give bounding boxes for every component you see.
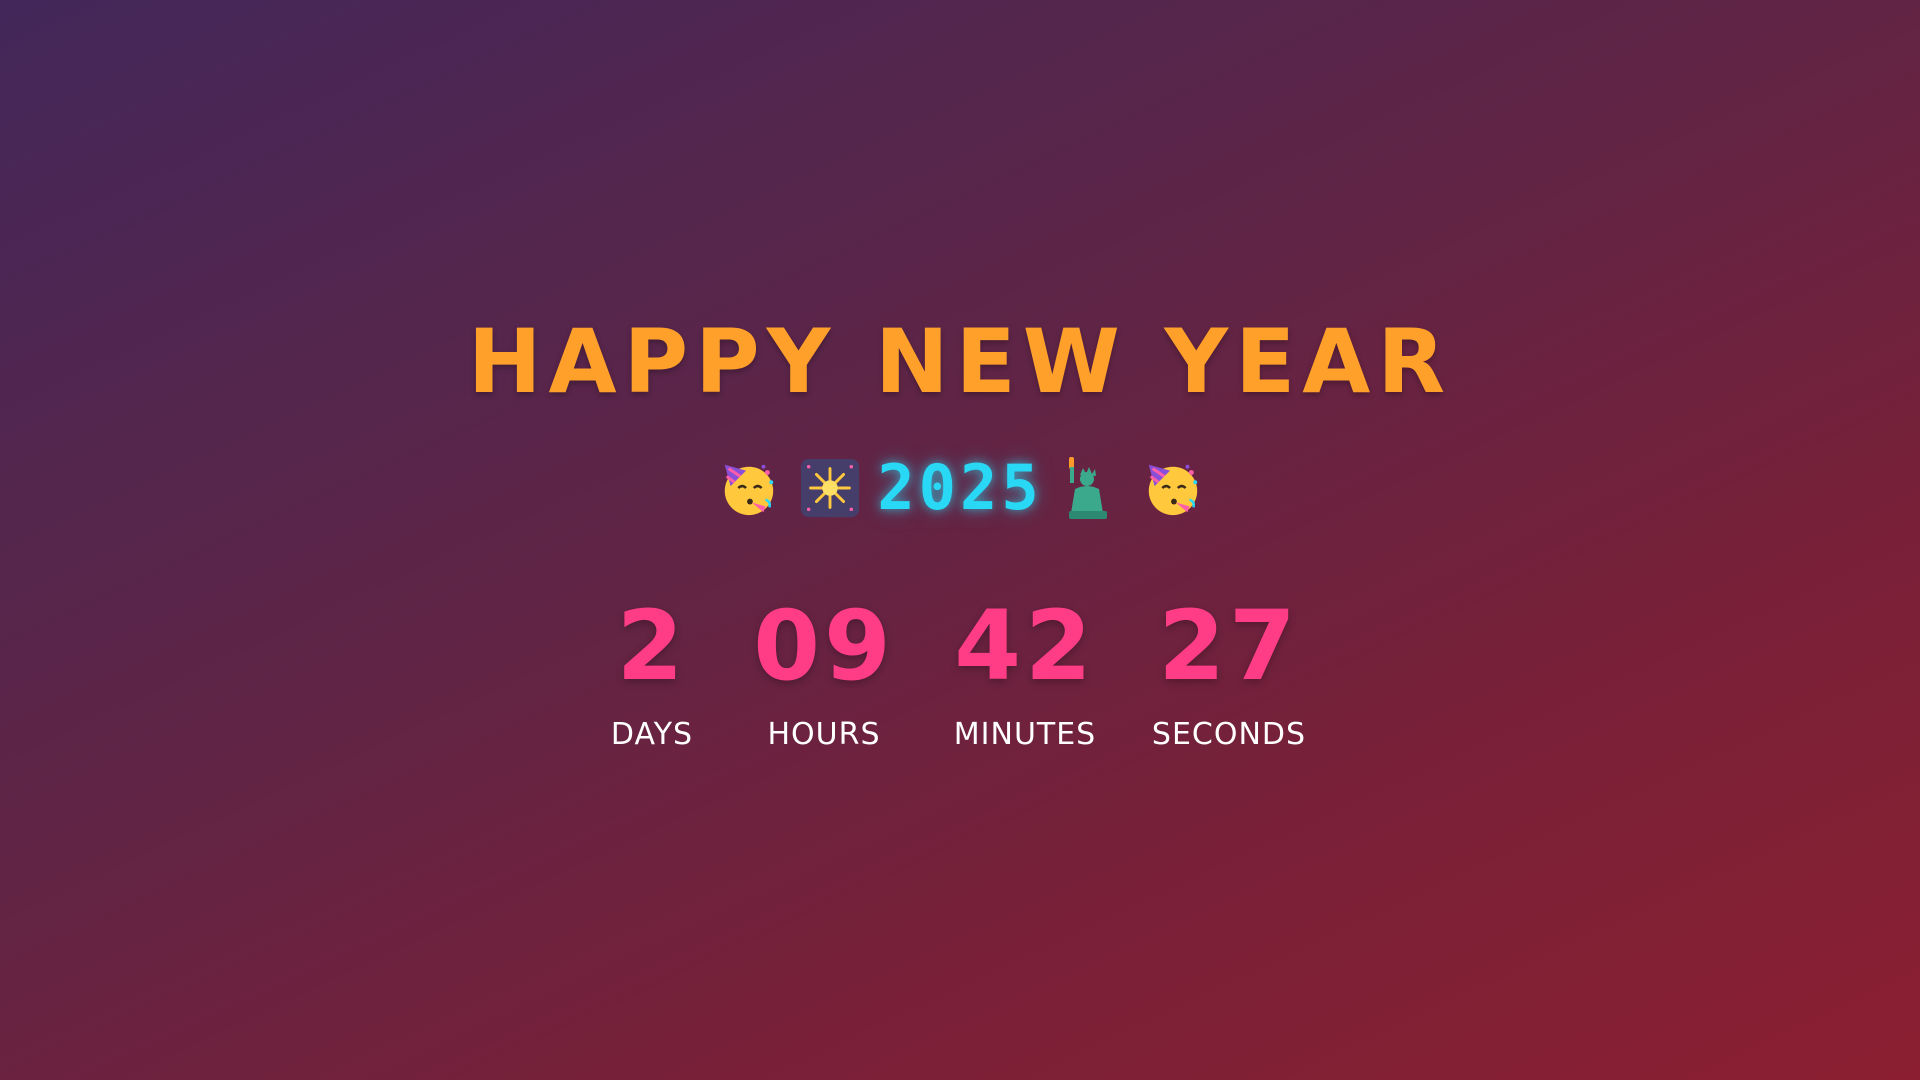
page-title: HAPPY NEW YEAR xyxy=(467,310,1453,413)
year-row: 2025 xyxy=(0,452,1920,524)
hours-label: HOURS xyxy=(767,717,881,752)
seconds-value: 27 xyxy=(1158,590,1300,702)
partying-face-icon xyxy=(1137,455,1207,521)
countdown-page: HAPPY NEW YEAR 2025 2 DAYS 09 HOURS 42 M… xyxy=(0,0,1920,1080)
seconds-label: SECONDS xyxy=(1151,717,1307,752)
partying-face-icon xyxy=(713,455,783,521)
hours-value: 09 xyxy=(753,590,895,702)
year-text: 2025 xyxy=(877,451,1043,524)
minutes-value: 42 xyxy=(954,590,1096,702)
statue-of-liberty-icon xyxy=(1055,455,1125,521)
countdown-hours: 09 HOURS xyxy=(753,598,895,750)
minutes-label: MINUTES xyxy=(953,717,1097,752)
countdown-seconds: 27 SECONDS xyxy=(1152,598,1306,750)
countdown-minutes: 42 MINUTES xyxy=(954,598,1096,750)
fireworks-icon xyxy=(795,455,865,521)
countdown-days: 2 DAYS xyxy=(611,598,693,750)
days-value: 2 xyxy=(616,590,688,702)
countdown-timer: 2 DAYS 09 HOURS 42 MINUTES 27 SECONDS xyxy=(0,598,1920,768)
days-label: DAYS xyxy=(610,717,694,752)
